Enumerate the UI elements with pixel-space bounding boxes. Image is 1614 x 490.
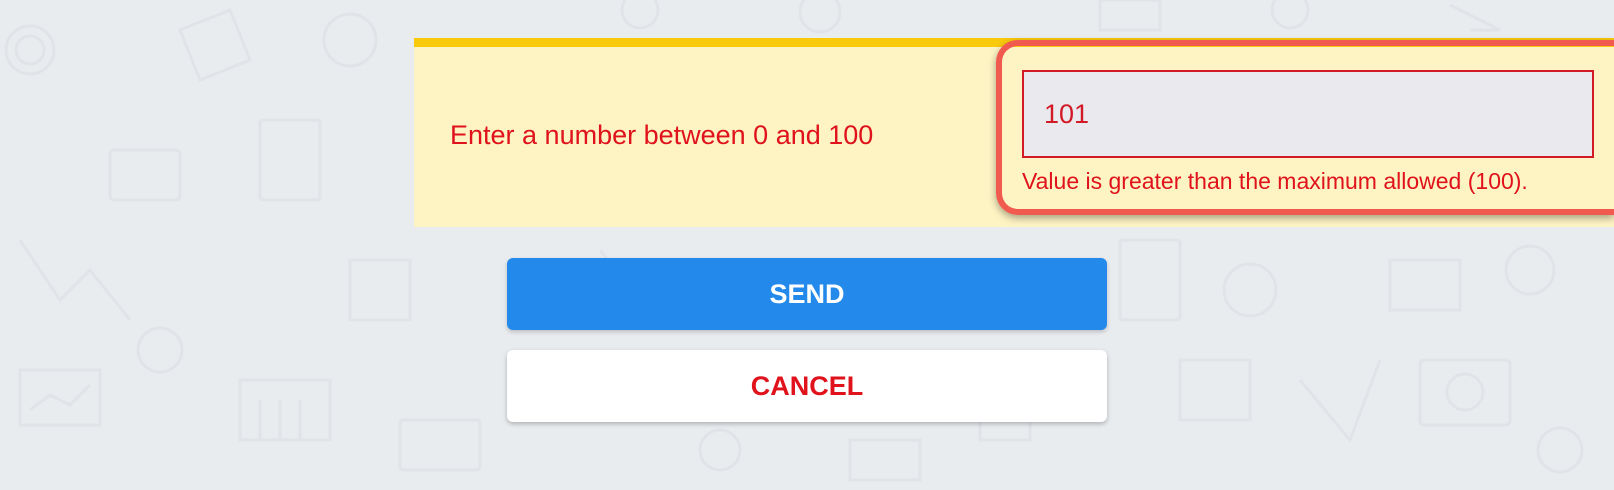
validation-error-message: Value is greater than the maximum allowe… — [1022, 168, 1528, 194]
question-label: Enter a number between 0 and 100 — [450, 120, 874, 150]
number-input[interactable] — [1022, 70, 1594, 158]
cancel-button[interactable]: CANCEL — [507, 350, 1107, 422]
send-button[interactable]: SEND — [507, 258, 1107, 330]
